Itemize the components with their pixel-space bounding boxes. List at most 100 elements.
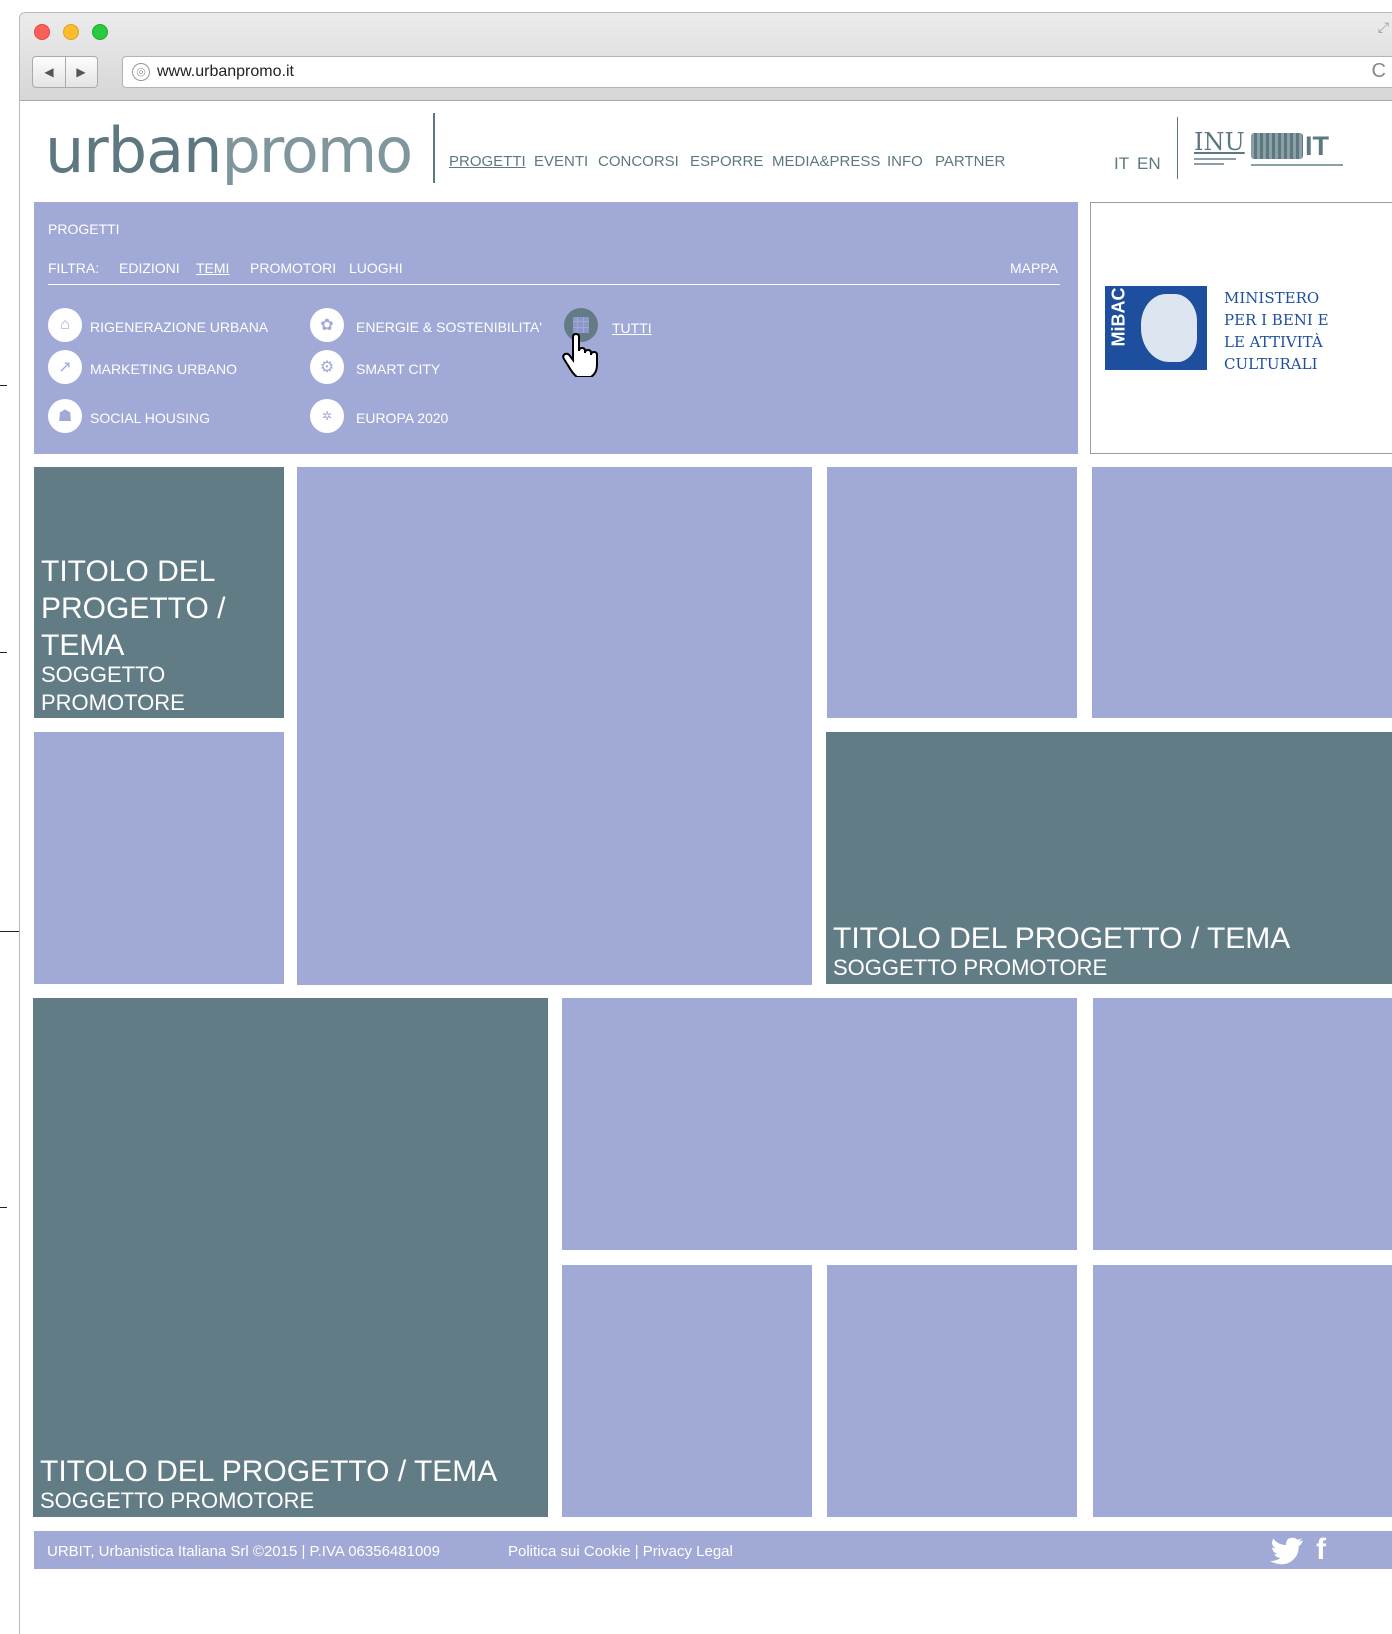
nav-eventi[interactable]: EVENTI	[534, 153, 588, 170]
nav-info[interactable]: INFO	[887, 153, 923, 170]
tile-title: TITOLO DEL PROGETTO / TEMA	[40, 1455, 498, 1488]
tile-subtitle: SOGGETTO PROMOTORE	[41, 662, 185, 715]
forward-button[interactable]: ▶	[65, 57, 97, 87]
filter-edizioni[interactable]: EDIZIONI	[119, 260, 180, 276]
lang-it[interactable]: IT	[1114, 154, 1129, 174]
mibac-line: CULTURALI	[1224, 355, 1318, 373]
mibac-name: MINISTERO PER I BENI E LE ATTIVITÀ CULTU…	[1224, 287, 1329, 375]
guide-line	[0, 1207, 7, 1208]
close-window-button[interactable]	[34, 24, 50, 40]
lang-divider	[1177, 117, 1178, 179]
mibac-line: LE ATTIVITÀ	[1224, 333, 1323, 351]
footer-copyright: URBIT, Urbanistica Italiana Srl ©2015 | …	[47, 1543, 440, 1560]
mibac-logo-figure	[1141, 294, 1197, 362]
category-rigenerazione-urbana[interactable]: ⌂ RIGENERAZIONE URBANA	[48, 308, 288, 344]
people-icon: ☗	[48, 399, 82, 433]
sponsor-box[interactable]: MiBAC MINISTERO PER I BENI E LE ATTIVITÀ…	[1090, 202, 1392, 454]
browser-toolbar: ⤢ ◀ ▶ ◎ www.urbanpromo.it C	[20, 13, 1392, 101]
chart-icon: ↗	[48, 350, 82, 384]
gear-icon: ⚙	[310, 350, 344, 384]
filter-temi[interactable]: TEMI	[196, 260, 229, 276]
category-marketing-urbano[interactable]: ↗ MARKETING URBANO	[48, 350, 288, 386]
tile-subtitle: SOGGETTO PROMOTORE	[833, 955, 1108, 980]
section-title: PROGETTI	[48, 221, 120, 237]
category-label: SOCIAL HOUSING	[90, 410, 211, 426]
logo-prefix: urban	[45, 114, 222, 187]
plant-icon: ✿	[310, 308, 344, 342]
fullscreen-icon[interactable]: ⤢	[1378, 19, 1389, 36]
category-label: ENERGIE & SOSTENIBILITA'	[356, 319, 543, 335]
url-text[interactable]: www.urbanpromo.it	[157, 63, 294, 81]
category-europa-2020[interactable]: ✲ EUROPA 2020	[310, 399, 550, 435]
site-logo[interactable]: urbanpromo	[45, 114, 413, 187]
tile-title: TITOLO DEL PROGETTO / TEMA	[41, 555, 226, 662]
inu-logo-caption-line	[1194, 158, 1236, 160]
category-energie-sostenibilita[interactable]: ✿ ENERGIE & SOSTENIBILITA'	[310, 308, 560, 344]
urbit-logo[interactable]: IT	[1251, 130, 1363, 170]
project-tile[interactable]	[827, 467, 1077, 718]
project-tile[interactable]	[1093, 998, 1392, 1250]
guide-line	[0, 385, 7, 386]
hand-pointer-icon	[562, 333, 598, 377]
project-tile[interactable]: TITOLO DEL PROGETTO / TEMA SOGGETTO PROM…	[826, 732, 1392, 984]
project-tile[interactable]	[1092, 467, 1392, 718]
mibac-line: MINISTERO	[1224, 289, 1320, 307]
nav-media-press[interactable]: MEDIA&PRESS	[772, 153, 880, 170]
grid-icon-cells	[573, 317, 589, 333]
house-icon: ⌂	[48, 308, 82, 342]
eu-stars-icon: ✲	[310, 399, 344, 433]
tile-title: TITOLO DEL PROGETTO / TEMA	[833, 922, 1291, 955]
category-label: TUTTI	[612, 320, 652, 336]
browser-window: ⤢ ◀ ▶ ◎ www.urbanpromo.it C urbanpromo P…	[19, 12, 1392, 1634]
project-tile[interactable]	[562, 1265, 812, 1517]
filter-promotori[interactable]: PROMOTORI	[250, 260, 336, 276]
mibac-logo-text: MiBAC	[1108, 287, 1129, 347]
category-label: RIGENERAZIONE URBANA	[90, 319, 269, 335]
minimize-window-button[interactable]	[63, 24, 79, 40]
guide-line	[0, 931, 19, 932]
category-label: SMART CITY	[356, 361, 441, 377]
urbit-logo-text: IT	[1305, 131, 1329, 161]
project-tile[interactable]	[562, 998, 1077, 1250]
filter-panel: PROGETTI FILTRA: EDIZIONI TEMI PROMOTORI…	[34, 202, 1078, 454]
facebook-icon[interactable]: f	[1316, 1533, 1326, 1567]
project-tile[interactable]	[1093, 1265, 1392, 1517]
logo-suffix: promo	[221, 114, 413, 187]
map-link[interactable]: MAPPA	[1010, 260, 1058, 276]
twitter-icon[interactable]	[1270, 1537, 1304, 1565]
address-bar[interactable]: ◎ www.urbanpromo.it C	[122, 56, 1392, 88]
tile-subtitle: SOGGETTO PROMOTORE	[40, 1488, 315, 1513]
nav-esporre[interactable]: ESPORRE	[690, 153, 763, 170]
mibac-line: PER I BENI E	[1224, 311, 1329, 329]
urbit-logo-mark	[1251, 133, 1303, 159]
project-tile[interactable]: TITOLO DEL PROGETTO / TEMA SOGGETTO PROM…	[33, 998, 548, 1517]
logo-divider	[433, 113, 435, 183]
inu-logo[interactable]: INU	[1194, 128, 1245, 171]
category-smart-city[interactable]: ⚙ SMART CITY	[310, 350, 550, 386]
back-button[interactable]: ◀	[33, 57, 66, 87]
reload-icon[interactable]: C	[1372, 60, 1386, 83]
lang-en[interactable]: EN	[1137, 154, 1161, 174]
filter-divider	[48, 284, 1060, 285]
project-tile[interactable]	[297, 467, 812, 985]
inu-logo-text: INU	[1194, 128, 1245, 156]
globe-icon: ◎	[132, 63, 150, 81]
nav-concorsi[interactable]: CONCORSI	[598, 153, 679, 170]
filter-luoghi[interactable]: LUOGHI	[349, 260, 403, 276]
category-social-housing[interactable]: ☗ SOCIAL HOUSING	[48, 399, 288, 435]
nav-progetti[interactable]: PROGETTI	[449, 153, 526, 170]
project-tile[interactable]	[34, 732, 284, 984]
inu-logo-caption-line	[1194, 163, 1224, 165]
nav-partner[interactable]: PARTNER	[935, 153, 1005, 170]
category-label: MARKETING URBANO	[90, 361, 238, 377]
footer-policy-link[interactable]: Politica sui Cookie | Privacy Legal	[508, 1543, 733, 1560]
project-tile[interactable]	[827, 1265, 1077, 1517]
footer: URBIT, Urbanistica Italiana Srl ©2015 | …	[34, 1531, 1392, 1569]
history-buttons: ◀ ▶	[32, 56, 98, 88]
urbit-logo-caption-line	[1251, 164, 1343, 166]
filter-label: FILTRA:	[48, 260, 100, 276]
project-tile[interactable]: TITOLO DEL PROGETTO / TEMA SOGGETTO PROM…	[34, 467, 284, 718]
zoom-window-button[interactable]	[92, 24, 108, 40]
category-label: EUROPA 2020	[356, 410, 449, 426]
mibac-logo: MiBAC	[1105, 286, 1207, 370]
